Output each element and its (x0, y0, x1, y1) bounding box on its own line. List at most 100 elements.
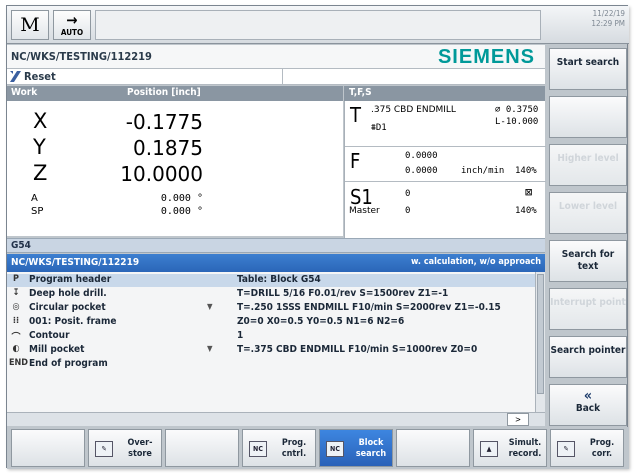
alarm-message-line (95, 10, 541, 40)
axis-name: SP (31, 206, 44, 217)
block-icon: P (13, 274, 19, 284)
axis-name: X (33, 109, 48, 133)
axis-row-x: X -0.1775 (7, 109, 343, 135)
softkey-label: Prog. cntrl. (281, 438, 307, 459)
status-divider (282, 69, 283, 84)
block-parameters: T=.250 1SSS ENDMILL F10/min S=2000rev Z1… (237, 302, 501, 313)
axis-row-a: A 0.000 ° (7, 193, 343, 206)
program-path-row: NC/WKS/TESTING/112219 SIEMENS (7, 45, 545, 69)
scroll-thumb[interactable] (537, 274, 544, 394)
feed-actual: 0.0000 (405, 151, 438, 161)
program-row[interactable]: ⁝⁝ 001: Posit. frame Z0=0 X0=0.5 Y0=0.5 N1… (7, 316, 535, 329)
horizontal-softkey-2[interactable]: ✎ Over-store (88, 429, 162, 467)
softkey-icon: ✎ (95, 441, 113, 457)
program-path: NC/WKS/TESTING/112219 (11, 257, 140, 268)
sinumerik-screen: M → AUTO 11/22/19 12:29 PM NC/WKS/TESTIN… (6, 5, 629, 469)
softkey-label: Back (575, 403, 601, 414)
feed-letter: F (350, 149, 361, 173)
block-parameters: 1 (237, 330, 244, 341)
scroll-right-button[interactable]: > (507, 413, 529, 426)
operating-area-bar: M → AUTO (7, 6, 545, 44)
tool-diameter: ⌀ 0.3750 (495, 105, 539, 115)
machine-icon: M (20, 14, 40, 36)
axis-name: A (31, 193, 38, 204)
softkey-icon: ✎ (557, 441, 575, 457)
axis-row-sp: SP 0.000 ° (7, 206, 343, 219)
softkey-label: Prog. corr. (589, 438, 615, 459)
horizontal-softkey-5[interactable]: NC Block search (319, 429, 393, 467)
reset-icon (10, 71, 21, 82)
program-row[interactable]: ◎ Circular pocket ▼ T=.250 1SSS ENDMILL F10… (7, 302, 535, 315)
expand-icon: ▼ (207, 344, 213, 353)
horizontal-softkey-1[interactable] (11, 429, 85, 467)
program-path: NC/WKS/TESTING/112219 (11, 50, 152, 63)
axis-value: 0.1875 (133, 136, 203, 160)
axis-name: Z (33, 161, 48, 185)
vertical-softkey-4[interactable]: Lower level (549, 192, 627, 234)
machine-area-button[interactable]: M (11, 10, 49, 40)
softkey-icon: ▲ (480, 441, 498, 457)
vertical-softkey-5[interactable]: Search for text (549, 240, 627, 282)
program-row[interactable]: ⌒ Contour 1 (7, 330, 535, 343)
block-name: 001: Posit. frame (29, 316, 117, 327)
block-name: Contour (29, 330, 70, 341)
program-scrollbar[interactable] (535, 272, 545, 412)
block-icon: END (9, 358, 29, 368)
horizontal-softkey-6[interactable] (396, 429, 470, 467)
block-icon: ◐ (12, 344, 20, 354)
axis-value: -0.1775 (125, 110, 203, 134)
block-icon: ⁝⁝ (12, 316, 20, 326)
clock: 11/22/19 12:29 PM (545, 6, 629, 44)
axis-row-y: Y 0.1875 (7, 135, 343, 161)
tool-name: .375 CBD ENDMILL (371, 105, 456, 115)
softkey-label: Search for text (561, 249, 615, 272)
position-column-header: Position [inch] (127, 87, 201, 98)
vertical-softkey-8[interactable]: «Back (549, 384, 627, 426)
program-footer: > (7, 412, 545, 426)
block-parameters: Table: Block G54 (237, 274, 321, 285)
auto-mode-button[interactable]: → AUTO (53, 10, 91, 40)
vertical-softkey-1[interactable]: Start search (549, 48, 627, 90)
work-offset: G54 (11, 240, 31, 251)
softkey-label: Start search (556, 57, 620, 68)
vertical-softkey-6[interactable]: Interrupt point (549, 288, 627, 330)
horizontal-softkey-7[interactable]: ▲ Simult. record. (473, 429, 547, 467)
block-icon: ⌒ (11, 333, 21, 343)
horizontal-softkey-4[interactable]: NC Prog. cntrl. (242, 429, 316, 467)
work-column-header: Work (11, 87, 38, 98)
back-chevron-icon: « (583, 388, 593, 404)
vertical-softkey-3[interactable]: Higher level (549, 144, 627, 186)
tfs-header: T,F,S (344, 86, 545, 101)
program-row[interactable]: P Program header Table: Block G54 (7, 274, 535, 287)
divider (345, 146, 546, 147)
expand-icon: ▼ (207, 302, 213, 311)
block-name: Mill pocket (29, 344, 85, 355)
vertical-softkey-2[interactable] (549, 96, 627, 138)
softkey-label: Block search (355, 438, 387, 459)
softkey-label: Lower level (558, 201, 618, 212)
block-parameters: Z0=0 X0=0.5 Y0=0.5 N1=6 N2=6 (237, 316, 405, 327)
date-text: 11/22/19 (592, 9, 625, 18)
axis-value: 0.000 ° (160, 193, 203, 204)
auto-mode-label: AUTO (60, 28, 84, 37)
spindle-stop-icon: ⊠ (525, 185, 533, 199)
time-text: 12:29 PM (591, 19, 625, 28)
horizontal-softkey-8[interactable]: ✎ Prog. corr. (550, 429, 624, 467)
softkey-label: Search pointer (550, 345, 626, 356)
softkey-icon: NC (326, 441, 344, 457)
horizontal-softkey-3[interactable] (165, 429, 239, 467)
block-icon: ◎ (12, 302, 20, 312)
axis-value: 0.000 ° (160, 206, 203, 217)
program-row[interactable]: ◐ Mill pocket ▼ T=.375 CBD ENDMILL F10/min … (7, 344, 535, 357)
program-row[interactable]: ↧ Deep hole drill. T=DRILL 5/16 F0.01/rev … (7, 288, 535, 301)
softkey-label: Higher level (557, 153, 619, 164)
tool-edge: ⩩D1 (371, 123, 387, 133)
channel-status-row: Reset (7, 69, 545, 85)
vertical-softkey-7[interactable]: Search pointer (549, 336, 627, 378)
vertical-softkeys: Start search Higher level Lower level Searc… (545, 44, 629, 431)
program-row[interactable]: END End of program (7, 358, 535, 371)
feed-override: 140% (515, 166, 537, 176)
feed-unit: inch/min (461, 166, 505, 176)
siemens-logo: SIEMENS (437, 46, 535, 68)
feed-programmed: 0.0000 (405, 166, 438, 176)
